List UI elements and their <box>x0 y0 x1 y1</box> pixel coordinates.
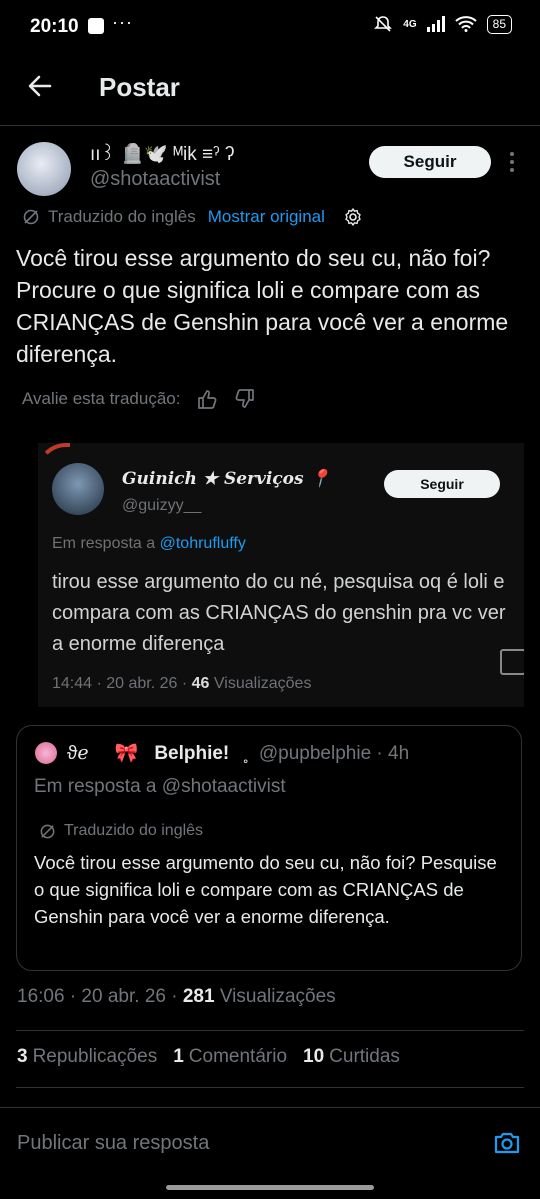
translate-icon <box>40 824 55 838</box>
post-text: Você tirou esse argumento do seu cu, não… <box>16 245 509 367</box>
thumbs-up-icon[interactable] <box>196 388 218 410</box>
rate-translation-row: Avalie esta tradução: <box>22 388 256 410</box>
quoted-name-suffix: ˳ <box>242 743 249 764</box>
wifi-icon <box>454 16 477 32</box>
embedded-display-name: Guinich ★ Serviços 📍 <box>122 469 331 489</box>
display-name[interactable]: ıı꒱ 🪦🕊️ ᴹik ≡ˀ ʔ <box>90 140 234 166</box>
avatar[interactable] <box>17 142 71 196</box>
battery-indicator: 85 <box>486 14 512 34</box>
translation-row: Traduzido do inglês Mostrar original <box>22 207 363 227</box>
divider <box>16 1030 524 1031</box>
gear-icon[interactable] <box>343 207 363 227</box>
reposts-stat[interactable]: 3 Republicações <box>17 1046 157 1068</box>
back-arrow-icon[interactable] <box>24 70 56 102</box>
scan-icon <box>500 649 524 675</box>
quoted-reply-line: Em resposta a @shotaactivist <box>34 776 286 797</box>
status-bar: 20:10 ··· 4G 85 <box>0 0 540 56</box>
status-time: 20:10 <box>30 16 79 37</box>
embedded-text: tirou esse argumento do cu né, pesquisa … <box>52 571 506 655</box>
reposts-count: 3 <box>17 1046 28 1067</box>
quoted-translated-label: Traduzido do inglês <box>64 822 204 839</box>
quoted-avatar <box>35 742 57 764</box>
mute-icon <box>374 16 393 32</box>
comments-stat[interactable]: 1 Comentário <box>173 1046 287 1068</box>
divider <box>16 1087 524 1088</box>
more-options-icon[interactable] <box>508 150 516 174</box>
post-meta: 16:06 · 20 abr. 26 · 281 Visualizações <box>17 986 336 1008</box>
embedded-reply-handle: @tohrufluffy <box>159 535 246 552</box>
views-label: Visualizações <box>219 986 336 1007</box>
status-icons: 4G 85 <box>373 14 512 34</box>
embedded-follow-button: Seguir <box>384 470 500 498</box>
quoted-translation-row: Traduzido do inglês <box>39 822 203 840</box>
translate-icon <box>23 209 39 225</box>
divider <box>0 1107 540 1108</box>
translated-label: Traduzido do inglês <box>48 207 196 226</box>
quoted-handle-time: @pupbelphie · 4h <box>258 743 410 764</box>
reposts-label: Republicações <box>32 1046 158 1067</box>
embedded-avatar <box>52 463 104 515</box>
page-title: Postar <box>99 72 180 102</box>
embedded-views-count: 46 <box>191 675 210 692</box>
embedded-views-label: Visualizações <box>213 675 312 692</box>
embedded-reply-prefix: Em resposta a <box>52 535 160 552</box>
network-label: 4G <box>403 18 417 30</box>
attached-image[interactable]: Guinich ★ Serviços 📍 @guizyy__ Seguir ⋮ … <box>38 443 524 707</box>
embedded-meta: 14:44 · 20 abr. 26 · 46 Visualizações <box>52 675 311 693</box>
home-indicator[interactable] <box>166 1185 374 1190</box>
embedded-timestamp: 14:44 · 20 abr. 26 · <box>52 675 192 692</box>
bow-icon: 🎀 <box>114 743 139 764</box>
quoted-author-line: ϑℯ 🎀 Belphie! ˳ @pupbelphie · 4h <box>67 741 409 765</box>
follow-button[interactable]: Seguir <box>369 146 491 178</box>
notification-icon <box>88 18 104 34</box>
engagement-stats: 3 Republicações 1 Comentário 10 Curtidas <box>17 1046 400 1068</box>
more-notifications-icon: ··· <box>112 12 133 32</box>
post-timestamp: 16:06 · 20 abr. 26 · <box>17 986 183 1007</box>
comments-label: Comentário <box>188 1046 288 1067</box>
show-original-link[interactable]: Mostrar original <box>208 207 325 227</box>
camera-icon[interactable] <box>492 1128 522 1158</box>
signal-icon <box>426 16 445 32</box>
thumbs-down-icon[interactable] <box>234 388 256 410</box>
quoted-post-card[interactable]: ϑℯ 🎀 Belphie! ˳ @pupbelphie · 4h Em respost… <box>16 725 522 971</box>
views-count: 281 <box>182 986 215 1007</box>
user-handle[interactable]: @shotaactivist <box>90 168 220 191</box>
comments-count: 1 <box>173 1046 184 1067</box>
quoted-display-name: Belphie! <box>154 743 230 764</box>
embedded-handle: @guizyy__ <box>122 497 202 514</box>
quoted-name-prefix: ϑℯ <box>67 743 89 764</box>
likes-count: 10 <box>303 1046 325 1067</box>
quoted-text: Você tirou esse argumento do seu cu, não… <box>34 852 497 927</box>
rate-translation-label: Avalie esta tradução: <box>22 389 181 408</box>
reply-input[interactable]: Publicar sua resposta <box>17 1132 209 1155</box>
likes-stat[interactable]: 10 Curtidas <box>303 1046 400 1068</box>
embedded-reply-line: Em resposta a @tohrufluffy <box>52 535 246 553</box>
embedded-more-icon: ⋮ <box>518 475 524 495</box>
likes-label: Curtidas <box>329 1046 400 1067</box>
divider <box>0 125 540 126</box>
